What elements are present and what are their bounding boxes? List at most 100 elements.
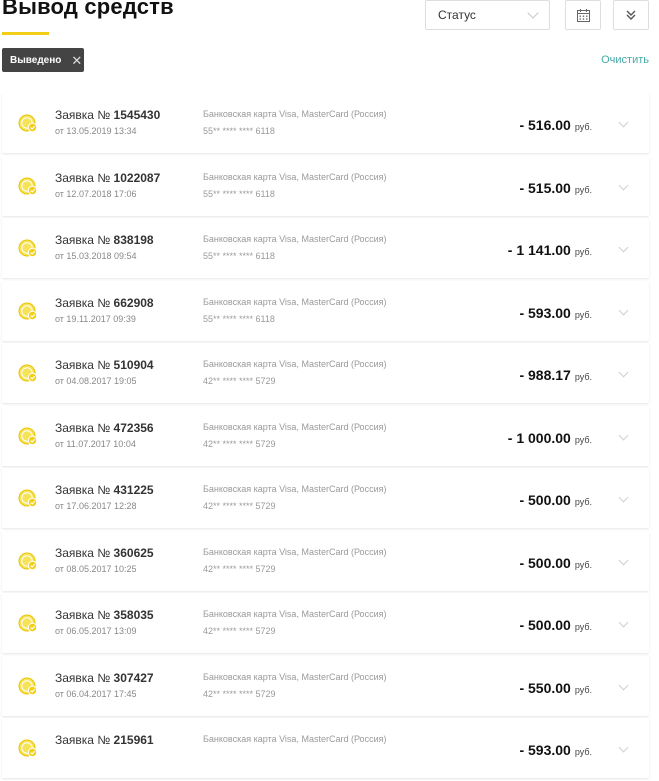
calendar-button[interactable] — [565, 0, 601, 30]
table-row[interactable]: Заявка № 472356 от 11.07.2017 10:04 Банков… — [2, 405, 649, 466]
status-select[interactable]: Статус — [425, 0, 550, 30]
expand-filters-button[interactable] — [613, 0, 649, 30]
amount: - 500.00 руб. — [519, 617, 592, 633]
withdrawal-list: Заявка № 1545430 от 13.05.2019 13:34 Банко… — [2, 93, 649, 781]
request-date: от 06.05.2017 13:09 — [55, 626, 137, 636]
amount-value: - 516.00 — [519, 117, 571, 133]
table-row[interactable]: Заявка № 838198 от 15.03.2018 09:54 Банков… — [2, 218, 649, 278]
request-date: от 11.07.2017 10:04 — [55, 438, 136, 449]
double-chevron-down-icon — [626, 10, 636, 20]
table-row[interactable]: Заявка № 431225 от 17.06.2017 12:28 Банков… — [2, 468, 649, 528]
request-label: Заявка № — [55, 483, 111, 497]
table-row[interactable]: Заявка № 1545430 от 13.05.2019 13:34 Банко… — [2, 93, 649, 153]
amount-value: - 500.00 — [519, 554, 571, 571]
table-row[interactable]: Заявка № 662908 от 19.11.2017 09:39 Банков… — [2, 280, 649, 341]
coin-check-icon — [18, 427, 38, 445]
currency: руб. — [574, 434, 592, 445]
request-number: 358035 — [113, 608, 154, 622]
title-underline — [2, 32, 49, 35]
payment-method: Банковская карта Visa, MasterCard (Росси… — [203, 546, 387, 557]
table-row[interactable]: Заявка № 307427 от 06.04.2017 17:45 Банков… — [2, 655, 649, 716]
request-label: Заявка № — [55, 233, 111, 247]
card-number: 42** **** **** 5729 — [203, 438, 276, 449]
amount-value: - 1 000.00 — [507, 429, 571, 446]
request-number: 472356 — [113, 420, 154, 435]
card-number: 42** **** **** 5729 — [203, 501, 276, 511]
request-label: Заявка № — [55, 108, 111, 122]
coin-check-icon — [18, 552, 38, 570]
amount: - 1 141.00 руб. — [508, 242, 592, 258]
chevron-down-icon[interactable] — [618, 492, 629, 503]
amount: - 1 000.00 руб. — [508, 430, 592, 446]
amount-value: - 988.17 — [519, 367, 571, 383]
payment-method: Банковская карта Visa, MasterCard (Росси… — [203, 296, 387, 307]
payment-method: Банковская карта Visa, MasterCard (Росси… — [203, 359, 387, 369]
table-row[interactable]: Заявка № 1022087 от 12.07.2018 17:06 Банко… — [2, 155, 649, 216]
amount-value: - 593.00 — [519, 304, 571, 321]
payment-method: Банковская карта Visa, MasterCard (Росси… — [203, 671, 387, 682]
request-label: Заявка № — [55, 670, 111, 685]
clear-filters-link[interactable]: Очистить — [601, 54, 649, 66]
chevron-down-icon[interactable] — [618, 555, 629, 565]
request-date: от 13.05.2019 13:34 — [55, 126, 137, 136]
currency: руб. — [574, 184, 592, 195]
request-label: Заявка № — [55, 733, 111, 747]
request-title: Заявка № 472356 — [55, 421, 154, 435]
chevron-down-icon[interactable] — [618, 742, 629, 753]
payment-method: Банковская карта Visa, MasterCard (Росси… — [203, 421, 387, 432]
card-number: 42** **** **** 5729 — [203, 563, 276, 574]
request-label: Заявка № — [55, 420, 111, 435]
request-title: Заявка № 1022087 — [55, 171, 160, 185]
amount: - 593.00 руб. — [519, 742, 592, 758]
currency: руб. — [574, 372, 592, 382]
amount: - 988.17 руб. — [519, 367, 592, 383]
amount: - 516.00 руб. — [519, 117, 592, 133]
chevron-down-icon[interactable] — [618, 680, 629, 690]
request-title: Заявка № 360625 — [55, 546, 154, 560]
amount-value: - 515.00 — [519, 179, 571, 196]
chevron-down-icon — [527, 7, 539, 19]
request-label: Заявка № — [55, 358, 111, 372]
page-title: Вывод средств — [2, 0, 174, 19]
request-title: Заявка № 215961 — [55, 733, 154, 747]
currency: руб. — [574, 247, 592, 257]
chevron-down-icon[interactable] — [618, 117, 629, 128]
table-row[interactable]: Заявка № 360625 от 08.05.2017 10:25 Банков… — [2, 530, 649, 591]
table-row[interactable]: Заявка № 358035 от 06.05.2017 13:09 Банков… — [2, 593, 649, 653]
amount: - 550.00 руб. — [519, 680, 592, 696]
coin-check-icon — [18, 489, 38, 508]
payment-method: Банковская карта Visa, MasterCard (Росси… — [203, 609, 387, 619]
coin-check-icon — [18, 239, 38, 258]
request-number: 662908 — [113, 295, 154, 310]
amount-value: - 593.00 — [519, 742, 571, 758]
table-row[interactable]: Заявка № 510904 от 04.08.2017 19:05 Банков… — [2, 343, 649, 403]
request-date: от 06.04.2017 17:45 — [55, 688, 137, 699]
amount-value: - 550.00 — [519, 679, 571, 696]
request-label: Заявка № — [55, 170, 111, 185]
chevron-down-icon[interactable] — [618, 430, 629, 440]
payment-method: Банковская карта Visa, MasterCard (Росси… — [203, 234, 387, 244]
payment-method: Банковская карта Visa, MasterCard (Росси… — [203, 109, 387, 119]
coin-check-icon — [18, 364, 38, 383]
request-label: Заявка № — [55, 295, 111, 310]
chevron-down-icon[interactable] — [618, 617, 629, 628]
request-number: 431225 — [113, 483, 154, 497]
chevron-down-icon[interactable] — [618, 180, 629, 190]
chevron-down-icon[interactable] — [618, 305, 629, 315]
request-label: Заявка № — [55, 545, 111, 560]
close-icon[interactable]: ✕ — [71, 54, 82, 67]
currency: руб. — [574, 497, 592, 507]
request-date: от 19.11.2017 09:39 — [55, 313, 136, 324]
calendar-icon — [576, 8, 590, 22]
chevron-down-icon[interactable] — [618, 367, 629, 378]
request-date: от 04.08.2017 19:05 — [55, 376, 137, 386]
coin-check-icon — [18, 614, 38, 633]
chevron-down-icon[interactable] — [618, 242, 629, 253]
table-row[interactable]: Заявка № 215961 Банковская карта Visa, Ma… — [2, 718, 649, 778]
status-select-label: Статус — [438, 8, 476, 22]
payment-method: Банковская карта Visa, MasterCard (Росси… — [203, 171, 387, 182]
coin-check-icon — [18, 739, 38, 758]
amount: - 515.00 руб. — [519, 180, 592, 196]
amount: - 500.00 руб. — [519, 555, 592, 571]
currency: руб. — [574, 684, 592, 695]
